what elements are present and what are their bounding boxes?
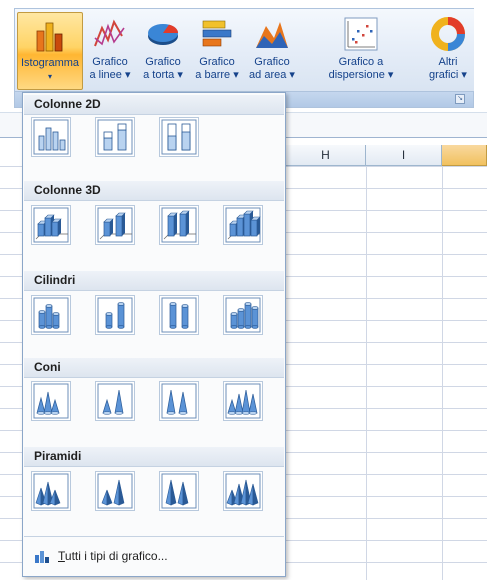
grafico-torta-label1: Grafico: [145, 56, 181, 68]
area-chart-icon: [256, 22, 288, 48]
chart-subtype-icon: [97, 383, 133, 419]
chart-subtype-option[interactable]: [159, 471, 199, 511]
chart-subtype-option[interactable]: [95, 471, 135, 511]
chart-subtype-option[interactable]: [31, 117, 71, 157]
scatter-chart-icon: [344, 17, 378, 51]
column-chart-icon: [36, 22, 63, 52]
chart-subtype-icon: [33, 297, 69, 333]
chart-subtype-option[interactable]: [95, 117, 135, 157]
chart-subtype-option[interactable]: [95, 295, 135, 335]
chart-subtype-icon: [33, 119, 69, 155]
grafico-area-label1: Grafico: [254, 56, 290, 68]
altri-grafici-label2: grafici ▾: [429, 69, 467, 81]
chart-subtype-icon: [33, 207, 69, 243]
dialog-launcher-icon[interactable]: ↘: [455, 94, 465, 104]
chart-subtype-option[interactable]: [159, 295, 199, 335]
altri-grafici-button[interactable]: Altri grafici ▾: [423, 12, 473, 90]
chart-subtype-option[interactable]: [31, 381, 71, 421]
grafico-barre-label1: Grafico: [199, 56, 235, 68]
chart-subtype-icon: [97, 297, 133, 333]
chart-subtype-option[interactable]: [223, 205, 263, 245]
chart-types-icon: [35, 551, 49, 563]
chart-subtype-icon: [97, 473, 133, 509]
chart-subtype-option[interactable]: [95, 205, 135, 245]
column-header-selected[interactable]: [442, 145, 487, 166]
chart-subtype-option[interactable]: [223, 381, 263, 421]
chart-subtype-icon: [97, 119, 133, 155]
column-gridline: [442, 166, 443, 580]
chart-subtype-option[interactable]: [223, 471, 263, 511]
section-header-piramidi: Piramidi: [24, 447, 284, 467]
grafico-barre-label2: a barre ▾: [195, 69, 239, 81]
section-header-cilindri: Cilindri: [24, 271, 284, 291]
grafico-linee-button[interactable]: Grafico a linee ▾: [85, 12, 135, 90]
line-chart-icon: [94, 19, 125, 47]
chart-subtype-option[interactable]: [159, 205, 199, 245]
chart-subtype-icon: [225, 383, 261, 419]
chart-subtype-option[interactable]: [223, 295, 263, 335]
bar-chart-icon: [202, 20, 232, 47]
chart-subtype-option[interactable]: [31, 471, 71, 511]
column-header-i[interactable]: I: [366, 145, 442, 166]
doughnut-chart-icon: [431, 17, 465, 51]
chart-subtype-icon: [225, 297, 261, 333]
grafico-linee-label1: Grafico: [92, 56, 128, 68]
section-header-colonne-3d: Colonne 3D: [24, 181, 284, 201]
grafico-dispersione-label1: Grafico a: [338, 56, 384, 68]
grafico-dispersione-button[interactable]: Grafico a dispersione ▾: [301, 12, 421, 90]
chart-subtype-icon: [161, 207, 197, 243]
grafico-area-label2: ad area ▾: [249, 69, 295, 81]
grafico-torta-button[interactable]: Grafico a torta ▾: [137, 12, 189, 90]
altri-grafici-label1: Altri: [438, 56, 458, 68]
grafico-area-button[interactable]: Grafico ad area ▾: [245, 12, 299, 90]
column-header-h[interactable]: H: [286, 145, 366, 166]
chart-subtype-icon: [161, 383, 197, 419]
chart-subtype-icon: [33, 383, 69, 419]
section-header-colonne-2d: Colonne 2D: [24, 95, 284, 115]
chart-ribbon-group: Istogramma ▾ Grafico a linee ▾ Grafico a…: [14, 8, 474, 92]
pie-chart-icon: [148, 24, 179, 45]
all-chart-types-item[interactable]: Tutti i tipi di grafico...: [24, 536, 284, 574]
chart-subtype-option[interactable]: [31, 295, 71, 335]
grafico-linee-label2: a linee ▾: [89, 69, 131, 81]
chart-type-gallery: Colonne 2D Colonne 3D Cilindri Coni Piramidi…: [22, 92, 286, 577]
chart-subtype-option[interactable]: [31, 205, 71, 245]
grafico-barre-button[interactable]: Grafico a barre ▾: [191, 12, 243, 90]
istogramma-label: Istogramma: [20, 57, 80, 69]
column-gridline: [366, 166, 367, 580]
chart-subtype-icon: [161, 473, 197, 509]
chart-subtype-icon: [161, 119, 197, 155]
grafico-torta-label2: a torta ▾: [143, 69, 183, 81]
chart-subtype-icon: [225, 473, 261, 509]
chart-subtype-icon: [225, 207, 261, 243]
istogramma-button[interactable]: Istogramma ▾: [17, 12, 83, 90]
chart-subtype-icon: [161, 297, 197, 333]
chart-subtype-icon: [97, 207, 133, 243]
section-header-coni: Coni: [24, 358, 284, 378]
chart-subtype-option[interactable]: [159, 381, 199, 421]
istogramma-arrow: ▾: [47, 72, 52, 81]
all-chart-types-label: Tutti i tipi di grafico...: [58, 549, 168, 563]
grafico-dispersione-label2: dispersione ▾: [328, 69, 394, 81]
chart-subtype-icon: [33, 473, 69, 509]
chart-subtype-option[interactable]: [159, 117, 199, 157]
chart-subtype-option[interactable]: [95, 381, 135, 421]
